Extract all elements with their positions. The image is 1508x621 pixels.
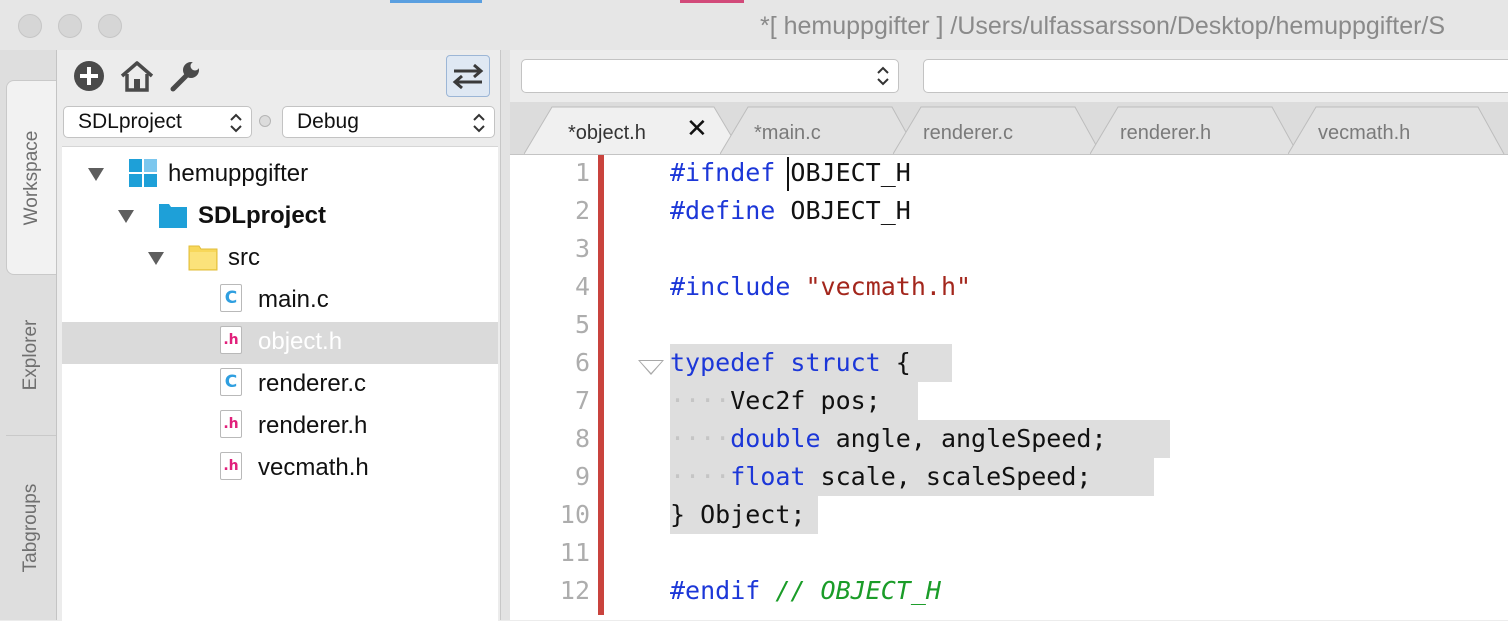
chevron-updown-icon [473,113,485,133]
sidebar-tabs: Workspace Explorer Tabgroups [0,50,57,620]
tab-explorer-label: Explorer [20,319,41,391]
h-file-icon: .h [220,410,242,438]
c-file-icon: C [220,284,242,312]
tab-explorer[interactable]: Explorer [6,275,56,435]
line-number: 8 [574,424,590,453]
folder-icon [188,245,218,271]
line-number: 2 [574,196,590,225]
text-caret [787,157,789,191]
line-number: 12 [559,576,590,605]
tab-workspace[interactable]: Workspace [6,80,56,275]
tab-tabgroups[interactable]: Tabgroups [6,435,56,620]
file-tree: hemuppgifter SDLproject src C main.c .h … [62,146,498,621]
code-line: ····float scale, scaleSpeed; [670,462,1092,491]
tab-main-c[interactable]: *main.c [720,106,920,154]
config-select-value: Debug [297,110,359,133]
line-number: 9 [574,462,590,491]
tree-item-file[interactable]: .h renderer.h [62,406,498,448]
code-line: #endif // OBJECT_H [670,576,941,605]
tab-label: renderer.c [923,122,1014,144]
tree-item-label: main.c [258,286,329,313]
code-editor[interactable]: 1 2 3 4 5 6 7 8 9 10 11 12 #ifndef OBJEC… [510,155,1508,620]
chevron-updown-icon [877,66,889,86]
code-line: #include "vecmath.h" [670,272,972,301]
tree-item-label: object.h [258,328,343,355]
line-number: 1 [574,158,590,187]
swap-icon [452,63,484,90]
config-select[interactable]: Debug [282,106,495,138]
tree-item-file[interactable]: C renderer.c [62,364,498,406]
search-field[interactable] [923,59,1508,93]
line-number: 4 [574,272,590,301]
line-number-gutter: 1 2 3 4 5 6 7 8 9 10 11 12 [510,155,598,620]
line-number: 3 [574,234,590,263]
line-number: 7 [574,386,590,415]
code-area[interactable]: #ifndef OBJECT_H #define OBJECT_H #inclu… [636,155,1508,620]
project-select[interactable]: SDLproject [63,106,252,138]
code-line: #define OBJECT_H [670,196,911,225]
code-line: } Object; [670,500,806,529]
tab-label: renderer.h [1120,122,1212,144]
pane-splitter[interactable] [500,50,510,620]
add-icon[interactable] [71,58,107,94]
tab-renderer-h[interactable]: renderer.h [1090,106,1300,154]
tree-item-label: vecmath.h [258,454,369,481]
line-number: 11 [559,538,590,567]
workspace-icon [129,159,157,187]
close-window-button[interactable] [18,14,42,38]
project-select-value: SDLproject [78,110,182,133]
tree-item-workspace[interactable]: hemuppgifter [62,154,498,196]
tree-item-file[interactable]: .h vecmath.h [62,448,498,490]
line-number: 6 [574,348,590,377]
tree-item-label: renderer.c [258,370,367,397]
disclosure-triangle-icon[interactable] [88,168,104,181]
c-file-icon: C [220,368,242,396]
tab-object-h[interactable]: *object.h ✕ [524,106,744,154]
wrench-icon[interactable] [167,58,203,94]
disclosure-triangle-icon[interactable] [118,210,134,223]
line-number: 5 [574,310,590,339]
title-bar: *[ hemuppgifter ] /Users/ulfassarsson/De… [0,0,1508,51]
tree-item-label: src [228,244,260,271]
workspace-pane: SDLproject Debug hemuppgifter SDLproject [57,50,500,621]
tree-item-label: renderer.h [258,412,368,439]
tree-item-file[interactable]: C main.c [62,280,498,322]
tree-item-folder[interactable]: src [62,238,498,280]
tab-renderer-c[interactable]: renderer.c [893,106,1103,154]
disclosure-triangle-icon[interactable] [148,252,164,265]
swap-button[interactable] [446,55,490,97]
tab-label: vecmath.h [1318,122,1411,144]
zoom-window-button[interactable] [98,14,122,38]
tab-label: *main.c [754,122,821,144]
window-title: *[ hemuppgifter ] /Users/ulfassarsson/De… [760,12,1446,40]
title-bar-accent [680,0,744,3]
h-file-icon: .h [220,326,242,354]
minimize-window-button[interactable] [58,14,82,38]
modified-lines-bar [598,155,604,615]
tree-item-project[interactable]: SDLproject [62,196,498,238]
project-folder-icon [159,204,187,228]
editor-pane: *object.h ✕ *main.c renderer.c renderer.… [510,50,1508,620]
chevron-updown-icon [230,113,242,133]
close-icon[interactable]: ✕ [686,114,708,144]
line-number: 10 [559,500,590,529]
editor-tab-strip: *object.h ✕ *main.c renderer.c renderer.… [510,102,1508,155]
tree-item-file-selected[interactable]: .h object.h [62,322,498,364]
code-line: ····Vec2f pos; [670,386,881,415]
code-line: typedef struct { [670,348,911,377]
tree-item-label: SDLproject [198,202,327,229]
home-icon[interactable] [119,58,155,94]
tab-tabgroups-label: Tabgroups [20,483,41,573]
code-line: ····double angle, angleSpeed; [670,424,1107,453]
tab-workspace-label: Workspace [21,130,42,225]
code-line: #ifndef OBJECT_H [670,158,911,187]
symbol-select[interactable] [521,59,899,93]
h-file-icon: .h [220,452,242,480]
tab-vecmath-h[interactable]: vecmath.h [1288,106,1508,154]
title-bar-accent [390,0,482,3]
status-dot [259,115,271,127]
tab-label: *object.h [568,122,646,144]
tree-item-label: hemuppgifter [168,160,309,187]
